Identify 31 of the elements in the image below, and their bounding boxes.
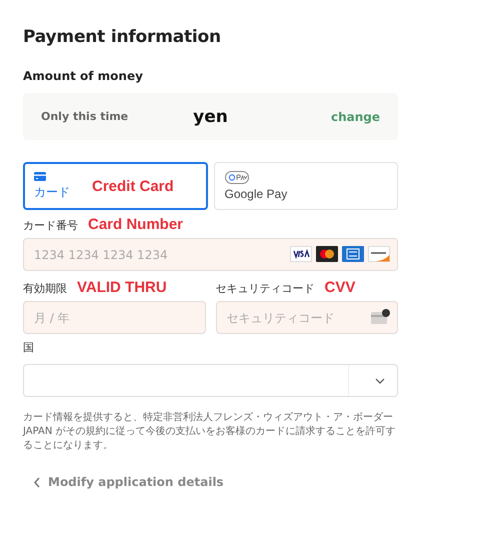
payment-method-tab[interactable]: Google Pay: [214, 162, 398, 210]
chevron-down-icon: [375, 378, 385, 384]
card-logo-icon: [342, 246, 364, 262]
card-logo-icon: [368, 246, 390, 262]
field-label: セキュリティコード: [216, 281, 314, 296]
security-code-field[interactable]: セキュリティコード: [216, 301, 398, 334]
section-label: Amount of money: [23, 69, 144, 83]
annotation-text: VALID THRU: [77, 279, 167, 296]
field-label: 国: [23, 340, 34, 355]
annotation-text: CVV: [324, 279, 356, 296]
page-title: Payment information: [23, 27, 222, 47]
pay-badge-icon: [224, 171, 248, 184]
card-back-icon: [371, 309, 390, 324]
amount-value: yen: [193, 106, 228, 126]
card-logo-icon: [290, 246, 312, 262]
change-link[interactable]: change: [270, 110, 380, 124]
back-link[interactable]: Modify application details: [34, 475, 224, 489]
chevron-left-icon: [34, 476, 40, 488]
legal-text: カード情報を提供すると、特定非営利法人フレンズ・ウィズアウト・ア・ボーダーJAPAN がその規約に従って今後の支払いをお客様のカードに請求することを許可することになります。: [23, 411, 397, 453]
tab-label: カード: [34, 184, 70, 200]
country-dropdown[interactable]: [23, 364, 398, 397]
expiry-field[interactable]: 月 / 年: [23, 301, 206, 334]
field-label: カード番号: [23, 218, 78, 233]
field-label: 有効期限: [23, 281, 67, 296]
overlapping-circles-icon: [316, 246, 338, 262]
frequency-text: Only this time: [41, 110, 130, 123]
payment-method-tab[interactable]: カード Credit Card: [23, 162, 208, 210]
tab-label: Google Pay: [224, 187, 288, 201]
annotation-text: Card Number: [88, 216, 184, 233]
annotation-text: Credit Card: [92, 178, 174, 194]
card-icon: [34, 172, 46, 180]
